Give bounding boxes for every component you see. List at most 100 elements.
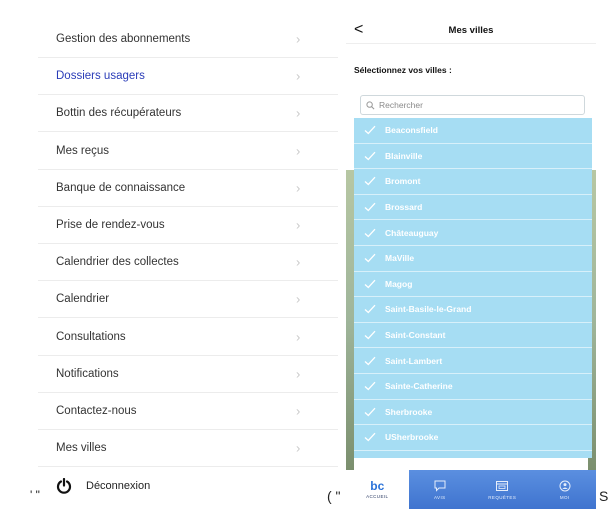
- city-row[interactable]: Blainville: [354, 144, 592, 170]
- menu-item[interactable]: Prise de rendez-vous ›: [38, 207, 338, 244]
- chevron-right-icon: ›: [296, 217, 301, 233]
- menu-item[interactable]: Dossiers usagers ›: [38, 58, 338, 96]
- chevron-right-icon: ›: [296, 105, 301, 121]
- background-photo-edge-left: [346, 170, 354, 470]
- checkmark-icon: [364, 305, 376, 314]
- menu-item[interactable]: Notifications ›: [38, 356, 338, 393]
- city-name: Sherbrooke: [385, 406, 433, 417]
- search-box[interactable]: [360, 95, 585, 115]
- tab-requêtes[interactable]: REQUÊTES: [471, 470, 534, 509]
- nav-header: < Mes villes: [346, 20, 596, 44]
- city-name: Brossard: [385, 202, 423, 213]
- checkmark-icon: [364, 126, 376, 135]
- menu-item[interactable]: Gestion des abonnements ›: [38, 21, 338, 58]
- city-row[interactable]: Magog: [354, 272, 592, 298]
- city-name: Beaconsfield: [385, 125, 438, 136]
- menu-item[interactable]: Bottin des récupérateurs ›: [38, 95, 338, 133]
- menu-item-label: Notifications: [56, 367, 119, 380]
- menu-item-label: Mes villes: [56, 442, 107, 455]
- search-input[interactable]: [379, 100, 569, 110]
- menu-item-label: Dossiers usagers: [56, 70, 145, 83]
- city-row[interactable]: Sherbrooke: [354, 400, 592, 426]
- side-menu: Gestion des abonnements › Dossiers usagers…: [38, 0, 338, 509]
- city-row[interactable]: Sainte-Catherine: [354, 374, 592, 400]
- tab-avis[interactable]: AVIS: [409, 470, 472, 509]
- power-icon: [56, 478, 72, 494]
- menu-item-label: Gestion des abonnements: [56, 33, 191, 45]
- menu-item[interactable]: Calendrier ›: [38, 281, 338, 319]
- menu-item[interactable]: Banque de connaissance ›: [38, 170, 338, 207]
- tab-label: AVIS: [433, 494, 446, 500]
- checkmark-icon: [364, 202, 376, 212]
- city-name: Châteauguay: [385, 227, 439, 238]
- checkmark-icon: [364, 382, 376, 391]
- cities-screen: < Mes villes Sélectionnez vos villes : B…: [346, 0, 596, 509]
- city-name: Magog: [385, 278, 413, 289]
- city-row[interactable]: Brossard: [354, 195, 592, 221]
- tab-label: REQUÊTES: [488, 494, 517, 500]
- city-name: Saint-Lambert: [385, 355, 443, 366]
- caption-fragment-left: ' ": [30, 488, 40, 502]
- chevron-right-icon: ›: [296, 291, 301, 307]
- select-cities-label: Sélectionnez vos villes :: [354, 65, 452, 75]
- chat-icon: [434, 480, 446, 492]
- city-list: Beaconsfield Blainville Bromont Brossard Châ…: [354, 118, 592, 458]
- checkmark-icon: [364, 356, 376, 366]
- checkmark-icon: [364, 330, 376, 340]
- menu-item[interactable]: Mes villes ›: [38, 430, 338, 468]
- city-name: Saint-Constant: [385, 330, 446, 341]
- checkmark-icon: [364, 151, 376, 161]
- menu-item-label: Banque de connaissance: [56, 181, 186, 194]
- bottom-tab-bar: bc ACCUEIL AVIS REQUÊTES MOI: [346, 470, 596, 509]
- tab-label: MOI: [559, 494, 570, 500]
- checkmark-icon: [364, 279, 376, 289]
- city-row[interactable]: MaVille: [354, 246, 592, 272]
- chevron-right-icon: ›: [296, 329, 301, 345]
- chevron-right-icon: ›: [296, 366, 301, 382]
- logout-label: Déconnexion: [86, 480, 151, 492]
- chevron-right-icon: ›: [296, 68, 301, 84]
- chevron-right-icon: ›: [296, 440, 301, 456]
- menu-item-label: Bottin des récupérateurs: [56, 107, 182, 120]
- menu-item[interactable]: Calendrier des collectes ›: [38, 244, 338, 282]
- city-row[interactable]: Saint-Lambert: [354, 348, 592, 374]
- caption-fragment-right: S: [599, 488, 609, 504]
- city-row[interactable]: Bromont: [354, 169, 592, 195]
- menu-item[interactable]: Consultations ›: [38, 319, 338, 356]
- page-title: Mes villes: [448, 25, 494, 36]
- checkmark-icon: [364, 228, 376, 238]
- city-row[interactable]: Saint-Basile-le-Grand: [354, 297, 592, 323]
- requests-icon: [496, 480, 509, 491]
- chevron-right-icon: ›: [296, 254, 301, 270]
- user-icon: [559, 480, 571, 491]
- tab-moi[interactable]: MOI: [534, 470, 597, 509]
- city-row[interactable]: Châteauguay: [354, 220, 592, 246]
- city-row[interactable]: Beaconsfield: [354, 118, 592, 144]
- city-name: Blainville: [385, 150, 423, 161]
- chevron-right-icon: ›: [296, 180, 301, 196]
- checkmark-icon: [364, 254, 376, 263]
- city-name: Saint-Basile-le-Grand: [385, 304, 472, 315]
- city-row[interactable]: USherbrooke: [354, 425, 592, 451]
- logout-button[interactable]: Déconnexion: [56, 478, 150, 494]
- menu-item[interactable]: Contactez-nous ›: [38, 393, 338, 430]
- menu-item-label: Prise de rendez-vous: [56, 219, 165, 231]
- city-name: Bromont: [385, 176, 421, 187]
- city-name: MaVille: [385, 253, 415, 264]
- bc-logo-icon: bc: [370, 479, 385, 493]
- checkmark-icon: [364, 407, 376, 417]
- tab-accueil[interactable]: bc ACCUEIL: [346, 470, 409, 509]
- tab-label: ACCUEIL: [366, 494, 389, 499]
- search-icon: [366, 100, 375, 109]
- caption-fragment-mid: ( ": [327, 488, 341, 504]
- checkmark-icon: [364, 433, 376, 442]
- chevron-right-icon: ›: [296, 31, 301, 47]
- menu-item-label: Contactez-nous: [56, 405, 137, 417]
- menu-item[interactable]: Mes reçus ›: [38, 133, 338, 170]
- menu-item-label: Calendrier: [56, 293, 110, 306]
- checkmark-icon: [364, 177, 376, 186]
- chevron-right-icon: ›: [296, 143, 301, 159]
- menu-item-label: Calendrier des collectes: [56, 256, 179, 269]
- city-name: Sainte-Catherine: [385, 381, 453, 392]
- city-row[interactable]: Saint-Constant: [354, 323, 592, 349]
